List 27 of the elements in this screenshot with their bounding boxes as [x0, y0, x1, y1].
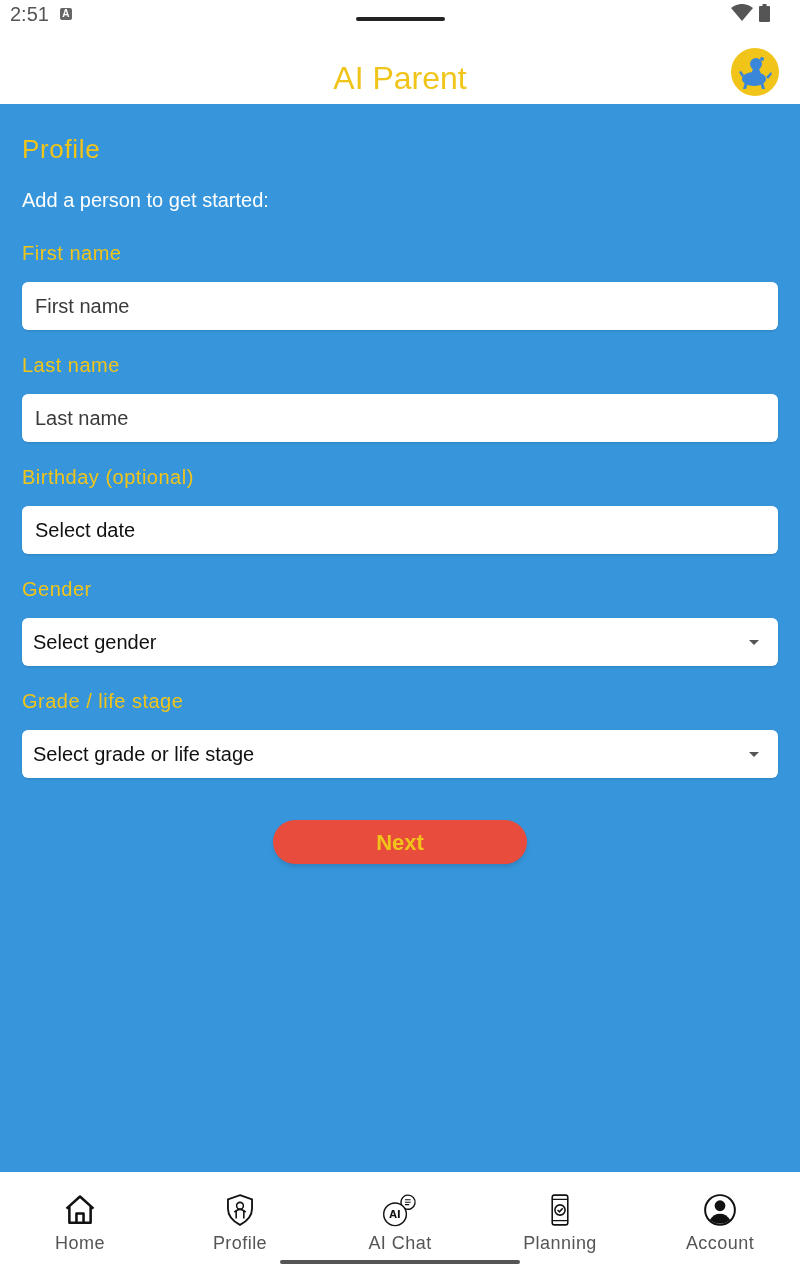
nav-tab[interactable]: AI AI Chat — [320, 1193, 480, 1254]
field-label: Gender — [22, 577, 92, 601]
caret-icon — [749, 639, 759, 645]
status-time: 2:51 — [10, 3, 49, 25]
field-label: Last name — [22, 353, 120, 377]
nav-tab[interactable]: Account — [640, 1193, 800, 1254]
date-picker-field[interactable]: Select date — [22, 506, 778, 554]
text-input-field[interactable]: Last name — [22, 394, 778, 442]
notification-badge: A — [59, 8, 72, 20]
page-subtitle: Add a person to get started: — [22, 188, 270, 212]
field-label: First name — [22, 241, 122, 265]
house-icon — [63, 1193, 97, 1227]
nav-tab[interactable]: Profile — [160, 1193, 320, 1254]
field-label: Grade / life stage — [22, 689, 184, 713]
logo-icon[interactable] — [731, 48, 779, 96]
nav-tab[interactable]: Home — [0, 1193, 160, 1254]
field-label: Birthday (optional) — [22, 465, 194, 489]
battery-icon — [759, 4, 770, 22]
account-icon — [703, 1193, 737, 1227]
caret-icon — [749, 751, 759, 757]
nav-tab[interactable]: Planning — [480, 1193, 640, 1254]
dropdown-field[interactable]: Select grade or life stage — [22, 730, 778, 778]
page-heading: Profile — [22, 133, 102, 165]
wifi-icon — [731, 4, 753, 21]
app-title: AI Parent — [333, 59, 467, 97]
text-input-field[interactable]: First name — [22, 282, 778, 330]
dropdown-field[interactable]: Select gender — [22, 618, 778, 666]
